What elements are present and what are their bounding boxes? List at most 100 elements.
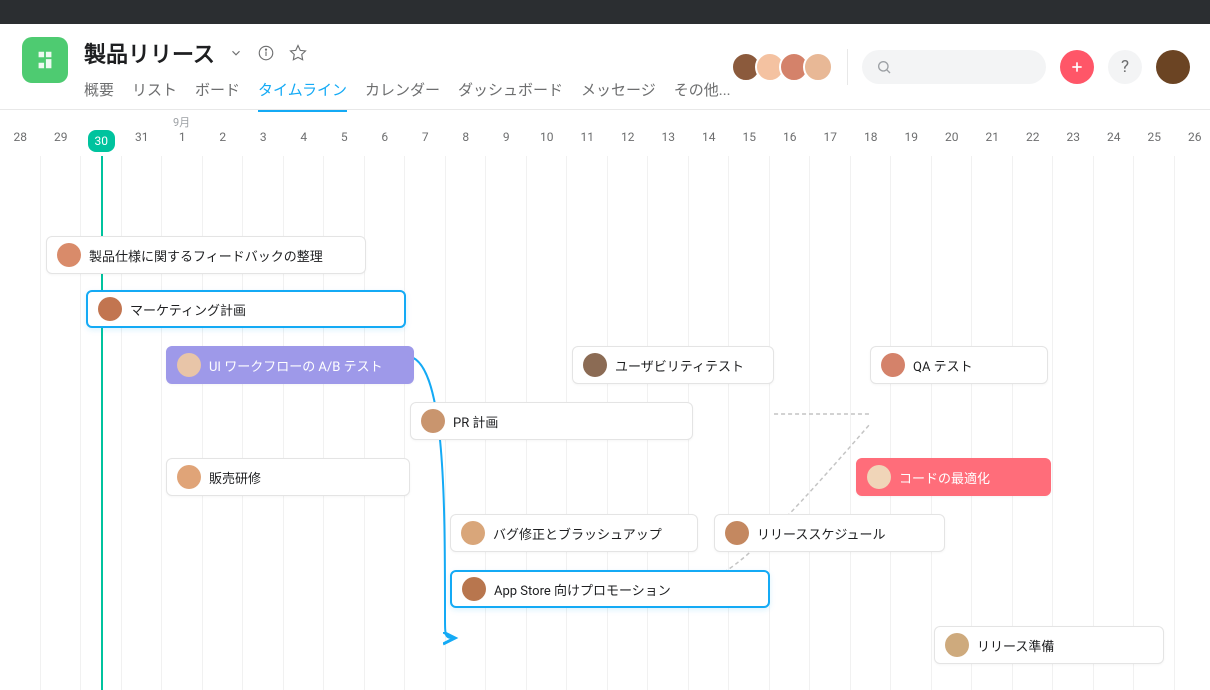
member-avatar-stack[interactable]	[731, 52, 833, 82]
date-cell: 11	[567, 110, 608, 156]
assignee-avatar	[98, 297, 122, 321]
add-button[interactable]	[1060, 50, 1094, 84]
grid-column	[972, 156, 1013, 690]
grid-column	[1175, 156, 1210, 690]
grid-column	[1053, 156, 1094, 690]
assignee-avatar	[462, 577, 486, 601]
date-cell: 25	[1134, 110, 1175, 156]
task-sales-training[interactable]: 販売研修	[166, 458, 410, 496]
task-label: QA テスト	[913, 356, 973, 375]
project-icon[interactable]	[22, 37, 68, 83]
date-cell: 24	[1094, 110, 1135, 156]
grid-column	[1134, 156, 1175, 690]
task-qa[interactable]: QA テスト	[870, 346, 1048, 384]
date-cell: 12	[608, 110, 649, 156]
date-cell: 4	[284, 110, 325, 156]
help-button[interactable]: ?	[1108, 50, 1142, 84]
task-pr[interactable]: PR 計画	[410, 402, 693, 440]
date-cell: 16	[770, 110, 811, 156]
chevron-down-icon[interactable]	[229, 46, 243, 60]
star-icon[interactable]	[289, 44, 307, 62]
task-marketing[interactable]: マーケティング計画	[86, 290, 406, 328]
tab-calendar[interactable]: カレンダー	[365, 79, 440, 112]
tab-board[interactable]: ボード	[195, 79, 240, 112]
date-cell: 17	[810, 110, 851, 156]
tab-overview[interactable]: 概要	[84, 79, 114, 112]
grid-column	[932, 156, 973, 690]
grid-column	[729, 156, 770, 690]
app-topbar	[0, 0, 1210, 24]
info-icon[interactable]	[257, 44, 275, 62]
header-right: ?	[731, 49, 1190, 85]
grid-column	[851, 156, 892, 690]
tab-timeline[interactable]: タイムライン	[258, 79, 347, 112]
task-usability[interactable]: ユーザビリティテスト	[572, 346, 774, 384]
tab-list[interactable]: リスト	[132, 79, 177, 112]
date-cell: 8	[446, 110, 487, 156]
task-feedback[interactable]: 製品仕様に関するフィードバックの整理	[46, 236, 366, 274]
header-divider	[847, 49, 848, 85]
user-avatar[interactable]	[1156, 50, 1190, 84]
grid-column	[1013, 156, 1054, 690]
task-release-schedule[interactable]: リリーススケジュール	[714, 514, 945, 552]
grid-column	[365, 156, 406, 690]
date-cell: 21	[972, 110, 1013, 156]
date-cell: 10	[527, 110, 568, 156]
assignee-avatar	[583, 353, 607, 377]
task-label: リリーススケジュール	[757, 524, 885, 543]
date-cell: 20	[932, 110, 973, 156]
search-input[interactable]	[862, 50, 1046, 84]
task-label: App Store 向けプロモーション	[494, 580, 671, 599]
date-cell: 31	[122, 110, 163, 156]
date-cell: 28	[0, 110, 41, 156]
grid-column	[891, 156, 932, 690]
assignee-avatar	[867, 465, 891, 489]
project-header: 製品リリース 概要リストボードタイムラインカレンダーダッシュボードメッセージその…	[0, 24, 1210, 110]
task-label: マーケティング計画	[130, 300, 246, 319]
grid-column	[810, 156, 851, 690]
date-cell: 9	[486, 110, 527, 156]
date-cell: 19	[891, 110, 932, 156]
date-cell: 15	[729, 110, 770, 156]
member-avatar[interactable]	[803, 52, 833, 82]
date-cell: 29	[41, 110, 82, 156]
tab-other[interactable]: その他...	[674, 79, 731, 112]
month-label: 9月	[173, 114, 190, 130]
task-ab-test[interactable]: UI ワークフローの A/B テスト	[166, 346, 414, 384]
task-bug-fix[interactable]: バグ修正とブラッシュアップ	[450, 514, 698, 552]
task-label: ユーザビリティテスト	[615, 356, 744, 375]
tabs-row: 概要リストボードタイムラインカレンダーダッシュボードメッセージその他...	[84, 79, 731, 112]
tab-messages[interactable]: メッセージ	[581, 79, 656, 112]
task-release-prep[interactable]: リリース準備	[934, 626, 1164, 664]
date-cell: 5	[324, 110, 365, 156]
timeline-area: 9月 2829303112345678910111213141516171819…	[0, 110, 1210, 690]
assignee-avatar	[421, 409, 445, 433]
task-app-store[interactable]: App Store 向けプロモーション	[450, 570, 770, 608]
date-cell: 18	[851, 110, 892, 156]
assignee-avatar	[57, 243, 81, 267]
task-label: 販売研修	[209, 468, 261, 487]
task-label: リリース準備	[977, 636, 1054, 655]
date-cell: 23	[1053, 110, 1094, 156]
assignee-avatar	[945, 633, 969, 657]
date-cell: 3	[243, 110, 284, 156]
assignee-avatar	[461, 521, 485, 545]
assignee-avatar	[725, 521, 749, 545]
task-code-opt[interactable]: コードの最適化	[856, 458, 1051, 496]
task-label: コードの最適化	[899, 468, 990, 487]
date-cell: 22	[1013, 110, 1054, 156]
task-label: PR 計画	[453, 412, 498, 431]
grid-column	[1094, 156, 1135, 690]
date-cell: 14	[689, 110, 730, 156]
tab-dashboard[interactable]: ダッシュボード	[458, 79, 563, 112]
date-cell: 7	[405, 110, 446, 156]
date-cell: 13	[648, 110, 689, 156]
task-label: UI ワークフローの A/B テスト	[209, 356, 383, 375]
date-cell: 30	[81, 110, 122, 156]
date-header: 9月 2829303112345678910111213141516171819…	[0, 110, 1210, 156]
assignee-avatar	[177, 353, 201, 377]
grid-column	[770, 156, 811, 690]
date-cell: 2	[203, 110, 244, 156]
project-title: 製品リリース	[84, 37, 215, 69]
grid-column	[689, 156, 730, 690]
